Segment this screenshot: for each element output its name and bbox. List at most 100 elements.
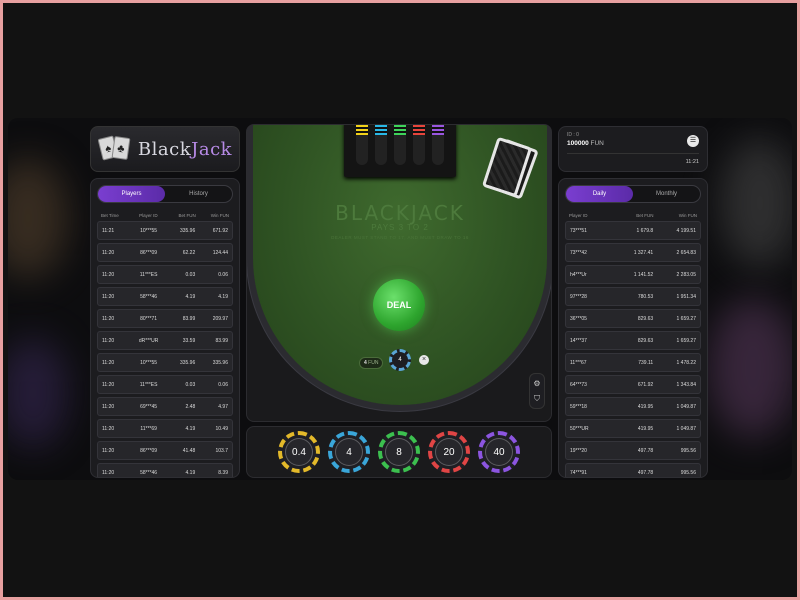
tab-daily[interactable]: Daily [566,186,633,202]
table-cell: 2 283.05 [676,271,696,278]
bet-chip[interactable]: 4 [389,349,411,371]
table-cell: 1 049.87 [676,425,696,432]
felt-title: BLACKJACK [335,201,465,225]
table-cell: 10.49 [215,425,228,432]
clear-bet-icon[interactable]: × [419,355,429,365]
table-cell: 11:20 [102,381,115,388]
background-blur [8,158,68,278]
bet-amount: 4 FUN [359,357,384,369]
table-cell: 124.44 [212,249,228,256]
leaderboard-row: h4***Ur 1 141.52 2 283.05 [565,265,701,284]
menu-icon[interactable]: ☰ [687,135,699,147]
left-sidebar: ♠ ♣ BlackJack Players History Bet Time P… [90,126,240,478]
card-deck [481,136,539,200]
leaderboard-row: 14***37 829.63 1 659.27 [565,331,701,350]
shield-icon[interactable]: ⛉ [534,394,540,403]
player-id: ID : 0 [567,132,579,138]
table-cell: 11***69 [140,425,157,432]
leaderboard-row: 97***28 780.53 1 951.34 [565,287,701,306]
table-cell: 4 199.51 [676,227,696,234]
table-cell: 64***73 [570,381,587,388]
table-row: 11:20 69***45 2.48 4.97 [97,397,233,416]
leaderboard-row: 19***20 497.78 995.56 [565,441,701,460]
table-row: 11:20 10***55 335.96 335.96 [97,353,233,372]
table-cell: 11***67 [570,359,587,366]
table-cell: 829.63 [637,315,654,322]
table-cell: 19***20 [570,447,587,454]
table-cell: 11:20 [102,403,115,410]
background-blur [720,138,792,268]
chip-0-4[interactable]: 0.4 [278,431,320,473]
table-cell: 739.11 [638,359,654,366]
chip-20[interactable]: 20 [428,431,470,473]
table-cell: 10***55 [140,359,158,366]
table-cell: 80***71 [140,315,158,322]
table-cell: 780.53 [637,293,654,300]
table-row: 11:20 80***71 83.99 209.97 [97,309,233,328]
chip-tube [374,125,387,165]
background-blur [708,298,792,438]
chip-40[interactable]: 40 [478,431,520,473]
table-row: 11:20 86***09 41.48 103.7 [97,441,233,460]
game-stage: ♠ ♣ BlackJack Players History Bet Time P… [8,118,792,480]
table-cell: 59***18 [570,403,587,410]
table-cell: 11:21 [102,227,115,234]
chip-4[interactable]: 4 [328,431,370,473]
balance: 100000 FUN [567,140,604,147]
divider [567,153,699,154]
table-cell: 11:20 [102,359,115,366]
table-cell: 8.39 [218,469,228,476]
felt-subtitle: PAYS 3 TO 2 [371,223,429,232]
background-blur [8,338,68,448]
table-cell: 0.03 [185,381,196,388]
table-cell: 11***ES [139,381,158,388]
leaderboard-row: 64***73 671.92 1 343.84 [565,375,701,394]
tab-players[interactable]: Players [98,186,165,202]
leaderboard-panel: Daily Monthly Player ID Bet FUN Win FUN … [558,178,708,478]
table-cell: 995.56 [680,469,696,476]
table-cell: 41.48 [182,447,196,454]
table-cell: 74***91 [570,469,587,476]
table-cell: 11:20 [102,469,115,476]
leaderboard-row: 59***18 419.95 1 049.87 [565,397,701,416]
tab-monthly[interactable]: Monthly [633,186,700,202]
table-cell: 103.7 [215,447,228,454]
leaderboard-row: 73***51 1 679.8 4 199.51 [565,221,701,240]
chip-tube [413,125,426,165]
table-cell: 209.97 [212,315,228,322]
chip-8[interactable]: 8 [378,431,420,473]
table-cell: 86***09 [140,249,158,256]
table-row: 11:20 11***ES 0.03 0.06 [97,375,233,394]
table-cell: 4.19 [218,293,228,300]
table-cell: 1 327.41 [633,249,654,256]
table-row: 11:20 86***09 62.22 124.44 [97,243,233,262]
leaderboard-body: 73***51 1 679.8 4 199.51 73***42 1 327.41 2 6… [565,221,701,477]
chip-value: 20 [435,438,463,466]
table-cell: 4.19 [185,293,196,300]
leaderboard-row: 74***91 497.78 995.56 [565,463,701,477]
blackjack-logo: ♠ ♣ BlackJack [90,126,240,172]
table-cell: 4.19 [185,469,196,476]
table-cell: 50***UR [570,425,589,432]
table-cell: 0.03 [185,271,196,278]
table-cell: 11:20 [102,337,115,344]
table-cell: 1 049.87 [676,403,696,410]
right-sidebar: ID : 0 100000 FUN ☰ 11:21 Daily Monthly … [558,126,708,478]
settings-icon[interactable]: ⚙ [533,379,540,388]
clock: 11:21 [685,159,699,165]
chip-value: 40 [485,438,513,466]
chip-tube [432,125,445,165]
table-cell: 1 141.52 [633,271,654,278]
table-cell: 995.56 [680,447,696,454]
table-cell: 69***45 [140,403,158,410]
table-row: 11:21 10***55 335.96 671.92 [97,221,233,240]
table-row: 11:20 11***69 4.19 10.49 [97,419,233,438]
tab-history[interactable]: History [165,186,232,202]
deal-button[interactable]: DEAL [373,279,425,331]
cards-icon: ♠ ♣ [97,135,132,161]
players-panel: Players History Bet Time Player ID Bet F… [90,178,240,478]
table-cell: 2.48 [185,403,196,410]
players-table-header: Bet Time Player ID Bet FUN Win FUN [101,212,229,218]
table-cell: 11:20 [102,271,115,278]
leaderboard-row: 11***67 739.11 1 478.22 [565,353,701,372]
